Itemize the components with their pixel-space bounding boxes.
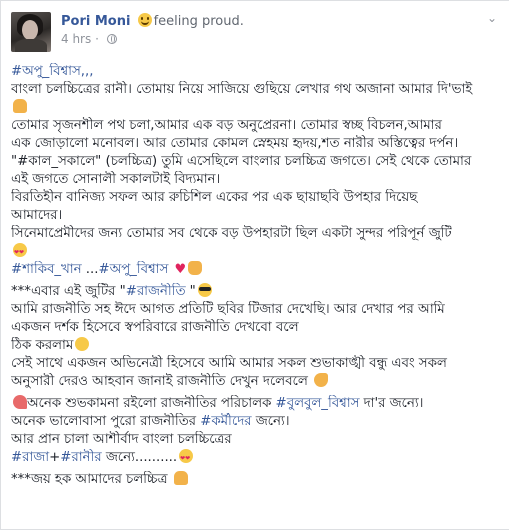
post-line: আমাদের। xyxy=(11,208,63,223)
line-text: অনুসারী দেরও আহবান জানাই রাজনীতি দেখুন দ… xyxy=(11,374,308,389)
globe-icon[interactable] xyxy=(106,34,117,44)
avatar-face xyxy=(22,20,38,40)
avatar-body xyxy=(15,39,47,52)
post-line: আর প্রান চালা আশীর্বাদ বাংলা চলচ্চিত্রের xyxy=(11,432,232,447)
feed-post: Pori Moni feeling proud. 4 hrs · ⌄ #অপু_… xyxy=(0,0,509,530)
hashtag-link[interactable]: #অপু_বিশ্বাস xyxy=(98,262,168,277)
post-line: অনুসারী দেরও আহবান জানাই রাজনীতি দেখুন দ… xyxy=(11,373,503,391)
line-text: জন্যে.......... xyxy=(101,450,178,465)
post-line: অনেক শুভকামনা রইলো রাজনীতির পরিচালক #বুল… xyxy=(11,395,503,413)
post-line: #রাজা+#রানীর জন্যে.......... xyxy=(11,449,503,467)
post-header: Pori Moni feeling proud. xyxy=(61,13,244,30)
folded-hands-icon xyxy=(173,471,188,485)
post-line: ***জয় হক আমাদের চলচ্চিত্র xyxy=(11,471,503,489)
hashtag-link[interactable]: #রাজা xyxy=(11,450,49,465)
post-line: বিরতিহীন বানিজ্য সফল আর রুচিশিল একের পর … xyxy=(11,190,418,205)
avatar[interactable] xyxy=(11,12,51,52)
post-line xyxy=(11,99,503,117)
sunglasses-icon xyxy=(197,283,212,297)
line-text: জন্যে। xyxy=(251,414,290,429)
post-line: ঠিক করলাম xyxy=(11,337,503,355)
post-line: তোমার সৃজনশীল পথ চলা,আমার এক বড় অনুপ্রে… xyxy=(11,118,442,133)
hashtag-link[interactable]: #কর্মীদের xyxy=(200,414,251,429)
hashtag-link[interactable]: #রাজনীতি xyxy=(126,284,186,299)
line-text: "#কাল_সকালে" (চলচ্চিত্র) তুমি এসেছিলে বা… xyxy=(11,154,472,169)
line-text: " xyxy=(185,284,196,299)
post-line xyxy=(11,243,503,261)
line-text: ... xyxy=(81,262,99,277)
post-line: ***এবার এই জুটির "#রাজনীতি " xyxy=(11,283,503,301)
hashtag-link[interactable]: #রানীর xyxy=(60,450,101,465)
line-text: দা'র জন্যে। xyxy=(359,396,424,411)
line-text: ঠিক করলাম xyxy=(11,338,74,353)
heart-eyes-icon xyxy=(179,449,194,467)
post-line: বাংলা চলচ্চিত্রের রানী। তোমায় নিয়ে সাজ… xyxy=(11,82,473,97)
victory-hand-icon xyxy=(188,261,203,275)
bouquet-icon xyxy=(13,395,27,409)
heart-eyes-icon xyxy=(13,243,27,261)
post-line: #অপু_বিশ্বাস,,, xyxy=(11,63,503,81)
line-text: অনেক ভালোবাসা পুরো রাজনীতির xyxy=(11,414,201,429)
smile-icon xyxy=(75,337,90,351)
feeling-smile-icon xyxy=(137,13,152,27)
chevron-down-icon[interactable]: ⌄ xyxy=(487,11,497,25)
post-line: আমি রাজনীতি সহ ঈদে আগত প্রতিটি ছবির টিজা… xyxy=(11,302,445,317)
line-text: ***এবার এই জুটির " xyxy=(11,284,126,299)
post-line: একজন দর্শক হিসেবে স্বপরিবারে রাজনীতি দেখ… xyxy=(11,320,299,335)
post-line: অনেক ভালোবাসা পুরো রাজনীতির #কর্মীদের জন… xyxy=(11,413,503,431)
line-text: + xyxy=(49,450,61,465)
line-text: অনেক শুভকামনা রইলো রাজনীতির পরিচালক xyxy=(27,396,276,411)
post-line: সেই সাথে একজন অভিনেত্রী হিসেবে আমি আমার … xyxy=(11,356,447,371)
timestamp[interactable]: 4 hrs xyxy=(61,32,91,46)
heart-icon: ♥ xyxy=(174,262,187,277)
author-name[interactable]: Pori Moni xyxy=(61,14,130,29)
meta-separator: · xyxy=(95,32,99,46)
post-line: সিনেমাপ্রেমীদের জন্য তোমার সব থেকে বড় উ… xyxy=(11,226,452,241)
post-meta: 4 hrs · xyxy=(61,32,117,46)
hashtag-link[interactable]: #বুলবুল_বিশ্বাস xyxy=(276,396,360,411)
feeling-text: feeling proud. xyxy=(153,14,244,29)
post-line: এক জোড়ালো মনোবল। আর তোমার কোমল স্নেহময়… xyxy=(11,136,459,151)
line-text: ***জয় হক আমাদের চলচ্চিত্র xyxy=(11,472,168,487)
post-line: এই জগতে সোনালী সকালটাই বিদ্যমান। xyxy=(11,172,221,187)
post-content: #অপু_বিশ্বাস,,, বাংলা চলচ্চিত্রের রানী। … xyxy=(11,63,503,489)
hashtag-link[interactable]: #শাকিব_খান xyxy=(11,262,82,277)
post-line: "#কাল_সকালে" (চলচ্চিত্র) তুমি এসেছিলে বা… xyxy=(11,153,503,171)
folded-hands-icon xyxy=(13,99,27,113)
flexed-biceps-icon xyxy=(313,373,328,387)
hashtag-link[interactable]: #অপু_বিশ্বাস,,, xyxy=(11,64,93,79)
post-line: #শাকিব_খান ...#অপু_বিশ্বাস ♥ xyxy=(11,261,503,279)
